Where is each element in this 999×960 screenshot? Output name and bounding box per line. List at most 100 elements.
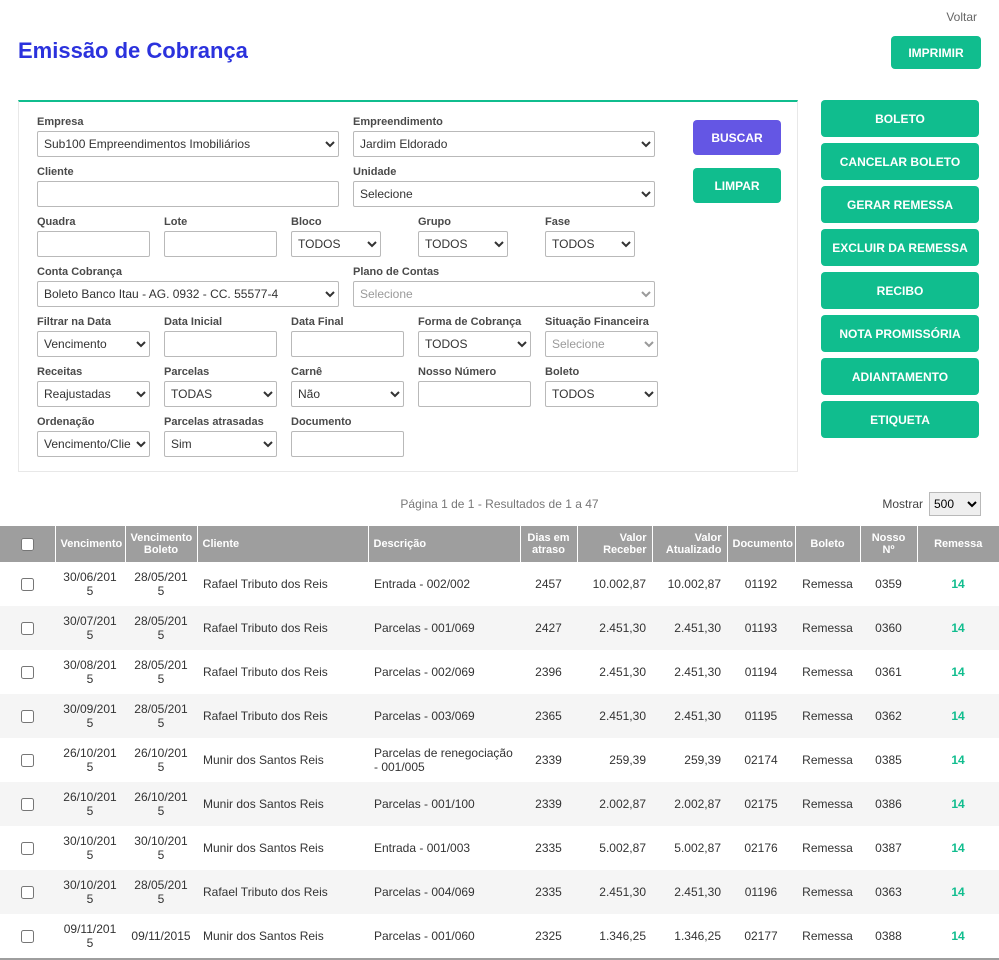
row-checkbox[interactable] (21, 710, 34, 723)
column-header-valor_receber: Valor Receber (577, 526, 652, 562)
ordenacao-select[interactable]: Vencimento/Cliente (37, 431, 150, 457)
back-link[interactable]: Voltar (946, 10, 977, 24)
conta-cobranca-select[interactable]: Boleto Banco Itau - AG. 0932 - CC. 55577… (37, 281, 339, 307)
cell-nosso_numero: 0386 (860, 782, 917, 826)
excluir-da-remessa-button[interactable]: EXCLUIR DA REMESSA (821, 229, 979, 266)
row-checkbox[interactable] (21, 930, 34, 943)
cell-vencimento: 26/10/2015 (55, 738, 125, 782)
documento-input[interactable] (291, 431, 404, 457)
etiqueta-button[interactable]: ETIQUETA (821, 401, 979, 438)
cell-valor_atualizado: 1.346,25 (652, 914, 727, 959)
empreendimento-field: Empreendimento Jardim Eldorado (353, 116, 655, 157)
cell-boleto: Remessa (795, 606, 860, 650)
main-content: Empresa Sub100 Empreendimentos Imobiliár… (18, 100, 981, 472)
empresa-select[interactable]: Sub100 Empreendimentos Imobiliários (37, 131, 339, 157)
parcelas-select[interactable]: TODAS (164, 381, 277, 407)
carne-select[interactable]: Não (291, 381, 404, 407)
cell-vencimento: 30/10/2015 (55, 870, 125, 914)
recibo-button[interactable]: RECIBO (821, 272, 979, 309)
grupo-field: Grupo TODOS (418, 216, 531, 257)
documento-field: Documento (291, 416, 404, 457)
row-checkbox[interactable] (21, 666, 34, 679)
bloco-label: Bloco (291, 216, 404, 228)
boleto-button[interactable]: BOLETO (821, 100, 979, 137)
cell-boleto: Remessa (795, 826, 860, 870)
plano-de-contas-label: Plano de Contas (353, 266, 655, 278)
cell-checkbox (0, 914, 55, 959)
pagination-bar: Página 1 de 1 - Resultados de 1 a 47 Mos… (18, 492, 981, 518)
unidade-select[interactable]: Selecione (353, 181, 655, 207)
table-row: 26/10/201526/10/2015Munir dos Santos Rei… (0, 738, 999, 782)
cell-valor_atualizado: 2.451,30 (652, 606, 727, 650)
quadra-input[interactable] (37, 231, 150, 257)
cell-checkbox (0, 694, 55, 738)
cell-cliente: Munir dos Santos Reis (197, 782, 368, 826)
cell-boleto: Remessa (795, 738, 860, 782)
cell-documento: 02176 (727, 826, 795, 870)
parcelas-atrasadas-select[interactable]: Sim (164, 431, 277, 457)
empreendimento-select[interactable]: Jardim Eldorado (353, 131, 655, 157)
cell-nosso_numero: 0388 (860, 914, 917, 959)
column-header-vencimento: Vencimento (55, 526, 125, 562)
cell-descricao: Parcelas - 001/069 (368, 606, 520, 650)
conta-cobranca-label: Conta Cobrança (37, 266, 339, 278)
row-checkbox[interactable] (21, 578, 34, 591)
cell-vencimento_boleto: 30/10/2015 (125, 826, 197, 870)
grupo-select[interactable]: TODOS (418, 231, 508, 257)
data-final-input[interactable] (291, 331, 404, 357)
cell-vencimento_boleto: 26/10/2015 (125, 738, 197, 782)
filter-panel: Empresa Sub100 Empreendimentos Imobiliár… (18, 100, 798, 472)
cliente-input[interactable] (37, 181, 339, 207)
cell-valor_atualizado: 2.451,30 (652, 694, 727, 738)
cell-valor_receber: 2.451,30 (577, 694, 652, 738)
cancelar-boleto-button[interactable]: CANCELAR BOLETO (821, 143, 979, 180)
fase-select[interactable]: TODOS (545, 231, 635, 257)
plano-de-contas-field: Plano de Contas Selecione (353, 266, 655, 307)
cell-valor_receber: 2.002,87 (577, 782, 652, 826)
forma-de-cobranca-field: Forma de Cobrança TODOS (418, 316, 531, 357)
nota-promissoria-button[interactable]: NOTA PROMISSÓRIA (821, 315, 979, 352)
carne-label: Carnê (291, 366, 404, 378)
nosso-numero-input[interactable] (418, 381, 531, 407)
print-button[interactable]: IMPRIMIR (891, 36, 981, 69)
situacao-financeira-select[interactable]: Selecione (545, 331, 658, 357)
cliente-field: Cliente (37, 166, 339, 207)
cell-boleto: Remessa (795, 782, 860, 826)
cell-checkbox (0, 606, 55, 650)
cell-remessa: 14 (917, 562, 999, 606)
row-checkbox[interactable] (21, 886, 34, 899)
filtrar-na-data-select[interactable]: Vencimento (37, 331, 150, 357)
cell-documento: 01192 (727, 562, 795, 606)
cell-valor_receber: 259,39 (577, 738, 652, 782)
results-table: VencimentoVencimento BoletoClienteDescri… (0, 526, 999, 960)
grupo-label: Grupo (418, 216, 531, 228)
row-checkbox[interactable] (21, 798, 34, 811)
row-checkbox[interactable] (21, 754, 34, 767)
row-checkbox[interactable] (21, 842, 34, 855)
cell-documento: 01196 (727, 870, 795, 914)
mostrar-select[interactable]: 500 (929, 492, 981, 516)
receitas-select[interactable]: Reajustadas (37, 381, 150, 407)
cell-cliente: Munir dos Santos Reis (197, 826, 368, 870)
plano-de-contas-select[interactable]: Selecione (353, 281, 655, 307)
adiantamento-button[interactable]: ADIANTAMENTO (821, 358, 979, 395)
nosso-numero-label: Nosso Número (418, 366, 531, 378)
boleto-filter-select[interactable]: TODOS (545, 381, 658, 407)
row-checkbox[interactable] (21, 622, 34, 635)
data-inicial-input[interactable] (164, 331, 277, 357)
unidade-label: Unidade (353, 166, 655, 178)
select-all-checkbox[interactable] (21, 538, 34, 551)
forma-de-cobranca-select[interactable]: TODOS (418, 331, 531, 357)
cell-valor_receber: 5.002,87 (577, 826, 652, 870)
cell-dias_em_atraso: 2325 (520, 914, 577, 959)
empreendimento-label: Empreendimento (353, 116, 655, 128)
buscar-button[interactable]: BUSCAR (693, 120, 781, 155)
bloco-select[interactable]: TODOS (291, 231, 381, 257)
cell-nosso_numero: 0360 (860, 606, 917, 650)
limpar-button[interactable]: LIMPAR (693, 168, 781, 203)
lote-input[interactable] (164, 231, 277, 257)
gerar-remessa-button[interactable]: GERAR REMESSA (821, 186, 979, 223)
column-header-dias_em_atraso: Dias em atraso (520, 526, 577, 562)
cell-remessa: 14 (917, 650, 999, 694)
search-buttons: BUSCAR LIMPAR (693, 120, 781, 203)
